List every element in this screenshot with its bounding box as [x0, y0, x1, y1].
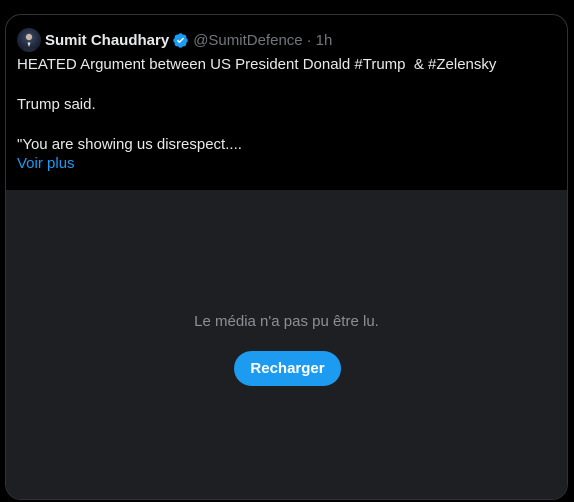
- verified-badge-icon: [173, 32, 188, 48]
- timestamp[interactable]: 1h: [316, 32, 333, 49]
- avatar-icon[interactable]: [17, 28, 41, 52]
- separator-dot: ·: [306, 31, 312, 49]
- author-handle[interactable]: @SumitDefence: [193, 32, 302, 49]
- tweet-header: Sumit Chaudhary @SumitDefence · 1h: [17, 27, 332, 53]
- tweet-text: HEATED Argument between US President Don…: [17, 55, 557, 155]
- tweet-text-line: Trump said.: [17, 96, 96, 113]
- show-more-link[interactable]: Voir plus: [17, 154, 75, 174]
- reload-button[interactable]: Recharger: [234, 351, 341, 386]
- tweet-text-line: "You are showing us disrespect....: [17, 136, 242, 153]
- tweet-text-line: HEATED Argument between US President Don…: [17, 56, 497, 73]
- author-name[interactable]: Sumit Chaudhary: [45, 32, 169, 49]
- media-error-message: Le média n'a pas pu être lu.: [194, 313, 379, 330]
- tweet-card[interactable]: Sumit Chaudhary @SumitDefence · 1h HEATE…: [5, 14, 568, 500]
- media-container: Le média n'a pas pu être lu. Recharger: [6, 190, 567, 499]
